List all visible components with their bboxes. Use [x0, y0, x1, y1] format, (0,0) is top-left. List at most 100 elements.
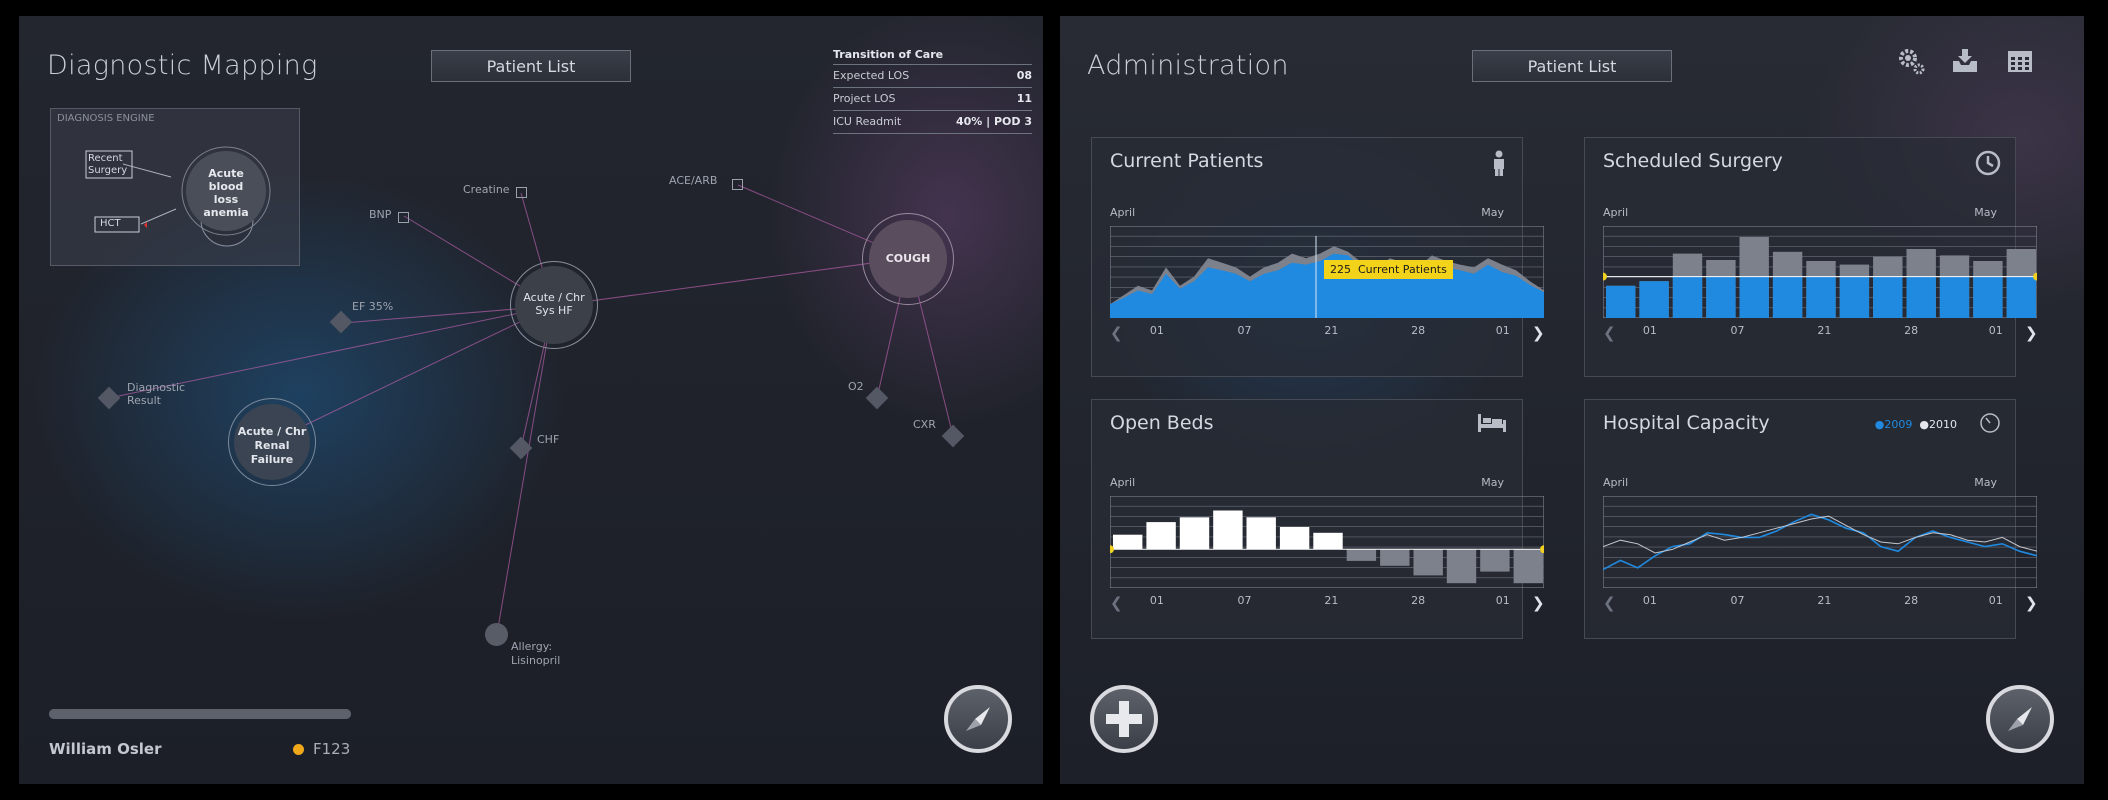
progress-bar — [49, 709, 351, 719]
bar-scheduled — [1906, 276, 1936, 318]
open-beds-chart — [1110, 496, 1544, 588]
toc-row: Project LOS 11 — [833, 87, 1032, 110]
transition-of-care-heading: Transition of Care — [833, 48, 944, 61]
bed-bar — [1513, 549, 1543, 584]
allergy-node[interactable] — [485, 623, 508, 646]
diagnostic-mapping-panel: Diagnostic Mapping Patient List Transiti… — [19, 16, 1043, 784]
bnp-label: BNP — [369, 208, 392, 221]
line-series-2009 — [1603, 513, 2037, 571]
bar-scheduled — [1939, 276, 1970, 318]
ef-label: EF 35% — [352, 300, 394, 313]
card-title: Hospital Capacity — [1603, 412, 1770, 434]
month-start-label: April — [1603, 476, 1629, 489]
x-tick-label: 07 — [1237, 324, 1252, 337]
diagnosis-engine-graph — [85, 146, 271, 247]
month-start-label: April — [1603, 206, 1629, 219]
bar-scheduled — [1873, 276, 1903, 318]
reference-handle[interactable] — [1603, 272, 1607, 281]
hospital-capacity-card[interactable]: Hospital Capacity ●2009 ●2010 April May … — [1584, 399, 2038, 639]
hf-node-label: Acute / Chr Sys HF — [523, 291, 585, 317]
allergy-label: Allergy: Lisinopril — [511, 640, 561, 667]
prev-arrow[interactable]: ❮ — [1603, 594, 1616, 612]
toc-row: Expected LOS 08 — [833, 64, 1032, 87]
toc-label: Project LOS — [833, 92, 896, 105]
prev-arrow[interactable]: ❮ — [1603, 324, 1616, 342]
bar-scheduled — [1839, 276, 1870, 318]
bar-scheduled — [1639, 281, 1669, 318]
bed-bar — [1413, 549, 1443, 576]
month-end-label: May — [1481, 476, 1504, 489]
x-tick-label: 01 — [1642, 324, 1657, 337]
ef-node[interactable] — [329, 310, 353, 334]
creatine-node[interactable] — [516, 187, 527, 198]
download-icon[interactable] — [1950, 46, 1980, 76]
diagnostic-result-node[interactable] — [97, 386, 121, 410]
month-end-label: May — [1974, 206, 1997, 219]
tooltip-label: Current Patients — [1358, 263, 1447, 276]
bed-bar — [1313, 532, 1343, 550]
next-arrow[interactable]: ❯ — [1532, 594, 1545, 612]
status-dot — [293, 744, 304, 755]
next-arrow[interactable]: ❯ — [1532, 324, 1545, 342]
cxr-node[interactable] — [941, 424, 965, 448]
progress-fill — [49, 709, 351, 719]
x-tick-label: 01 — [1988, 594, 2003, 607]
hospital-capacity-chart — [1603, 496, 2037, 588]
plus-icon — [1106, 701, 1142, 737]
bar-scheduled — [1606, 285, 1636, 318]
bed-bar — [1446, 549, 1477, 584]
bar-scheduled — [1772, 276, 1803, 318]
o2-node[interactable] — [865, 386, 889, 410]
ace-arb-node[interactable] — [732, 179, 743, 190]
x-tick-label: 21 — [1324, 324, 1339, 337]
toc-label: Expected LOS — [833, 69, 910, 82]
x-tick-label: 07 — [1730, 594, 1745, 607]
open-beds-card[interactable]: Open Beds April May ❮ ❯ 01 07 21 28 01 — [1091, 399, 1545, 639]
bed-bar — [1113, 534, 1143, 550]
compass-button[interactable] — [1986, 685, 2054, 753]
x-tick-label: 21 — [1324, 594, 1339, 607]
chf-label: CHF — [537, 433, 560, 446]
month-start-label: April — [1110, 206, 1136, 219]
gear-icon[interactable] — [1896, 46, 1926, 76]
hct-label: HCT — [100, 218, 121, 229]
compass-button[interactable] — [944, 685, 1012, 753]
cxr-label: CXR — [913, 418, 936, 431]
next-arrow[interactable]: ❯ — [2025, 594, 2038, 612]
compass-icon — [966, 707, 990, 731]
bed-bar — [1279, 527, 1310, 550]
x-tick-label: 01 — [1642, 594, 1657, 607]
patient-list-button[interactable]: Patient List — [431, 50, 631, 82]
diagnostic-result-label: Diagnostic Result — [127, 381, 186, 407]
diagnosis-engine-panel[interactable]: DIAGNOSIS ENGINE Recent Surgery HCT Acut… — [50, 108, 300, 266]
bar-scheduled — [1806, 276, 1836, 318]
bed-bar — [1146, 522, 1176, 550]
x-tick-label: 01 — [1495, 594, 1510, 607]
add-button[interactable] — [1090, 685, 1158, 753]
x-tick-label: 28 — [1904, 324, 1919, 337]
bar-scheduled — [1739, 276, 1769, 318]
scheduled-surgery-card[interactable]: Scheduled Surgery April May ❮ ❯ 01 07 21 28… — [1584, 137, 2038, 377]
cough-node-label: COUGH — [885, 252, 931, 265]
bed-bar — [1480, 549, 1510, 572]
legend-2010-label: 2010 — [1929, 418, 1957, 431]
calendar-icon[interactable] — [2005, 46, 2035, 76]
line-series-2010 — [1603, 515, 2037, 554]
legend-2009-label: 2009 — [1884, 418, 1913, 431]
next-arrow[interactable]: ❯ — [2025, 324, 2038, 342]
patient-list-button[interactable]: Patient List — [1472, 50, 1672, 82]
bed-bar — [1346, 549, 1377, 561]
patient-name: William Osler — [49, 740, 162, 758]
acute-blood-loss-label: Acute blood loss anemia — [203, 167, 249, 219]
current-patients-card[interactable]: Current Patients April May 225 Current P… — [1091, 137, 1545, 377]
bnp-node[interactable] — [398, 212, 409, 223]
x-tick-label: 07 — [1730, 324, 1745, 337]
transition-of-care-panel: Transition of Care Expected LOS 08 Projec… — [833, 46, 1032, 134]
chf-node[interactable] — [509, 436, 533, 460]
scheduled-surgery-chart — [1603, 226, 2037, 318]
prev-arrow[interactable]: ❮ — [1110, 594, 1123, 612]
person-icon — [1494, 150, 1504, 176]
bar-scheduled — [1672, 276, 1703, 318]
legend-2009: ●2009 — [1874, 418, 1913, 431]
prev-arrow[interactable]: ❮ — [1110, 324, 1123, 342]
